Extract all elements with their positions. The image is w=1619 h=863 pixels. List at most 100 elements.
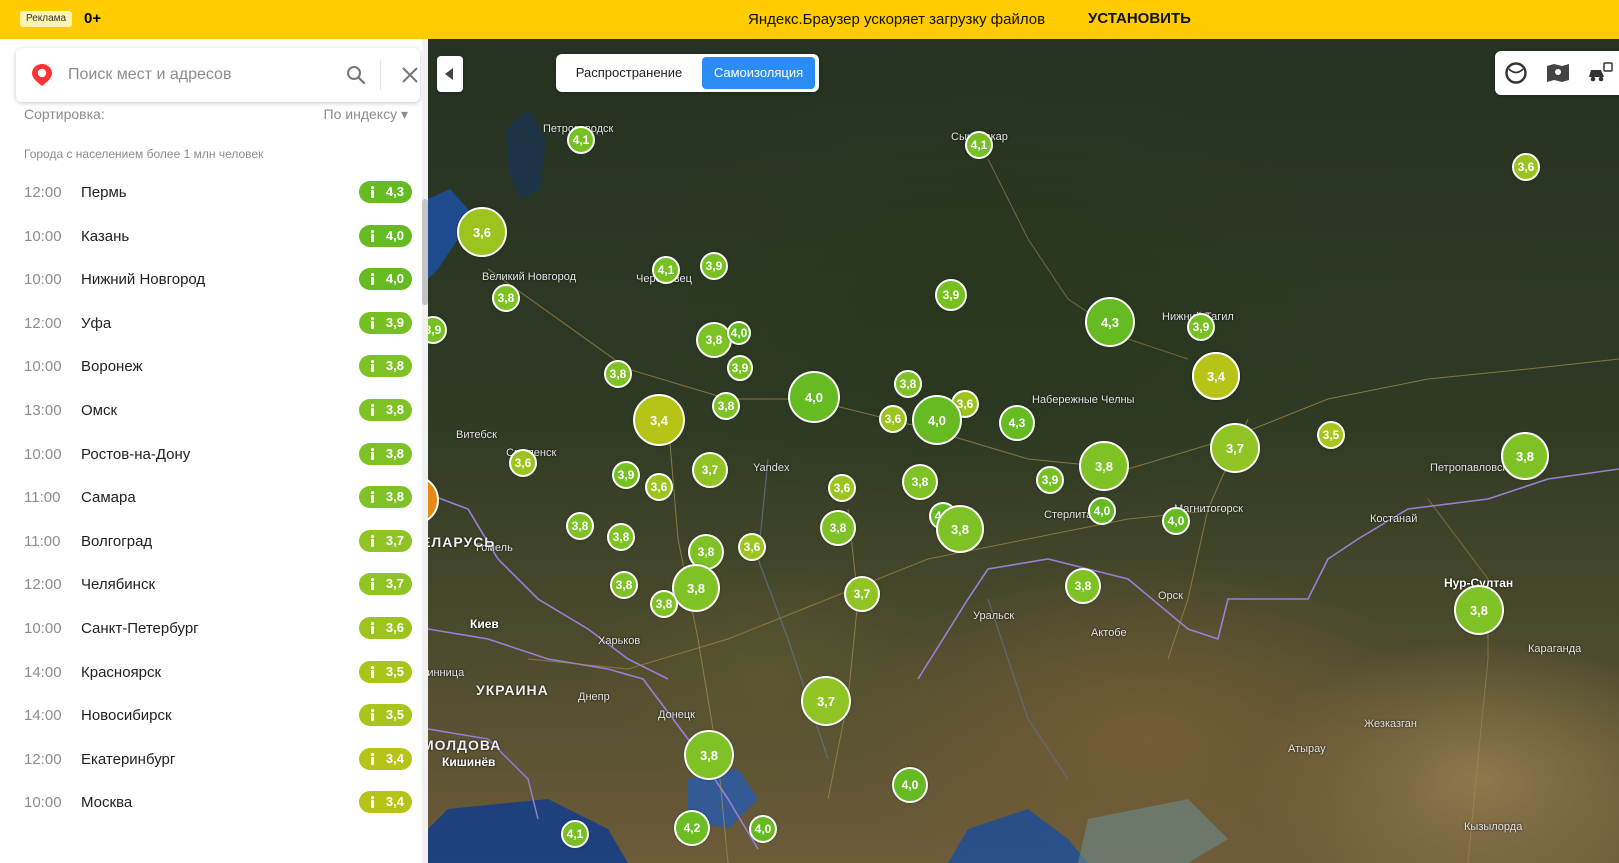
collapse-sidebar-button[interactable] xyxy=(437,56,463,92)
isolation-marker[interactable]: 3,8 xyxy=(936,505,984,553)
isolation-marker[interactable]: 3,4 xyxy=(1192,352,1240,400)
isolation-marker[interactable]: 3,6 xyxy=(738,533,766,561)
isolation-marker[interactable]: 3,9 xyxy=(700,252,728,280)
isolation-marker[interactable]: 3,4 xyxy=(633,394,685,446)
isolation-index-value: 3,4 xyxy=(385,750,404,766)
person-icon xyxy=(370,273,375,286)
city-name: Уфа xyxy=(81,314,112,332)
tab-self-isolation[interactable]: Самоизоляция xyxy=(702,57,815,89)
city-row[interactable]: 10:00 Казань 4,0 xyxy=(0,216,422,260)
isolation-marker[interactable]: 4,1 xyxy=(567,126,595,154)
city-row[interactable]: 14:00 Красноярск 3,5 xyxy=(0,652,422,696)
city-row[interactable]: 14:00 Новосибирск 3,5 xyxy=(0,695,422,739)
isolation-marker[interactable]: 4,1 xyxy=(965,131,993,159)
isolation-marker[interactable]: 3,8 xyxy=(1065,568,1101,604)
isolation-marker[interactable]: 4,0 xyxy=(1088,497,1116,525)
city-time: 11:00 xyxy=(24,532,61,550)
isolation-marker[interactable]: 3,9 xyxy=(935,279,967,311)
isolation-marker[interactable]: 3,6 xyxy=(879,405,907,433)
isolation-marker[interactable]: 3,8 xyxy=(894,370,922,398)
isolation-marker[interactable]: 3,8 xyxy=(820,510,856,546)
city-name: Санкт-Петербург xyxy=(81,619,199,637)
isolation-marker[interactable]: 3,8 xyxy=(607,523,635,551)
city-time: 13:00 xyxy=(24,401,62,419)
isolation-marker[interactable]: 4,0 xyxy=(892,767,928,803)
isolation-marker[interactable]: 3,7 xyxy=(692,452,728,488)
isolation-marker[interactable]: 4,0 xyxy=(1162,507,1190,535)
isolation-marker[interactable]: 3,9 xyxy=(727,355,753,381)
city-row[interactable]: 11:00 Самара 3,8 xyxy=(0,477,422,521)
isolation-marker[interactable]: 4,1 xyxy=(561,820,589,848)
isolation-marker[interactable]: 4,2 xyxy=(674,810,710,846)
map-label: Костанай xyxy=(1370,513,1418,525)
isolation-marker[interactable]: 3,8 xyxy=(492,284,520,312)
isolation-marker[interactable]: 3,8 xyxy=(604,360,632,388)
isolation-marker[interactable]: 3,8 xyxy=(1454,585,1504,635)
city-row[interactable]: 10:00 Ростов-на-Дону 3,8 xyxy=(0,434,422,478)
isolation-marker[interactable]: 3,8 xyxy=(566,512,594,540)
city-row[interactable]: 13:00 Омск 3,8 xyxy=(0,390,422,434)
search-input[interactable] xyxy=(68,60,328,90)
isolation-marker[interactable]: 3,9 xyxy=(1187,313,1215,341)
isolation-marker[interactable]: 4,1 xyxy=(652,256,680,284)
ad-text[interactable]: Яндекс.Браузер ускоряет загрузку файлов xyxy=(748,11,1045,28)
sort-dropdown[interactable]: По индексу ▾ xyxy=(324,106,408,123)
close-icon[interactable] xyxy=(400,65,420,85)
isolation-marker[interactable]: 3,8 xyxy=(650,590,678,618)
city-row[interactable]: 12:00 Пермь 4,3 xyxy=(0,172,422,216)
isolation-marker[interactable]: 4,0 xyxy=(912,395,962,445)
isolation-marker[interactable]: 3,6 xyxy=(457,207,507,257)
isolation-index-badge: 3,8 xyxy=(359,442,412,465)
isolation-marker[interactable]: 3,6 xyxy=(509,449,537,477)
isolation-marker[interactable]: 3,7 xyxy=(801,676,851,726)
city-row[interactable]: 12:00 Екатеринбург 3,4 xyxy=(0,739,422,783)
isolation-marker[interactable]: 3,7 xyxy=(844,576,880,612)
isolation-marker[interactable]: 4,3 xyxy=(999,405,1035,441)
city-name: Пермь xyxy=(81,184,127,201)
map-terrain xyxy=(428,109,1619,863)
isolation-marker[interactable]: 3,8 xyxy=(684,730,734,780)
isolation-marker[interactable]: 3,9 xyxy=(612,461,640,489)
city-row[interactable]: 10:00 Санкт-Петербург 3,6 xyxy=(0,608,422,652)
isolation-index-badge: 3,6 xyxy=(359,616,412,639)
isolation-marker[interactable]: 3,6 xyxy=(645,473,673,501)
isolation-marker[interactable]: 3,6 xyxy=(1512,153,1540,181)
city-row[interactable]: 11:00 Волгоград 3,7 xyxy=(0,521,422,565)
city-row[interactable]: 10:00 Нижний Новгород 4,0 xyxy=(0,259,422,303)
isolation-index-value: 3,7 xyxy=(385,532,404,548)
search-icon[interactable] xyxy=(346,65,366,85)
map-label: Орск xyxy=(1158,590,1183,602)
isolation-marker[interactable]: 3,5 xyxy=(1317,421,1345,449)
isolation-marker[interactable]: 3,8 xyxy=(696,322,732,358)
isolation-marker[interactable]: 4,0 xyxy=(749,815,777,843)
isolation-marker[interactable]: 3,7 xyxy=(1210,423,1260,473)
age-rating: 0+ xyxy=(84,10,102,27)
isolation-marker[interactable]: 3,8 xyxy=(712,392,740,420)
tab-spread[interactable]: Распространение xyxy=(560,57,698,89)
isolation-marker[interactable]: 4,3 xyxy=(1085,297,1135,347)
yandex-maps-logo-icon[interactable] xyxy=(30,63,54,87)
map[interactable]: ПетрозаводскСыктывкарВеликий НовгородЧер… xyxy=(428,39,1619,863)
isolation-marker[interactable]: 3,6 xyxy=(828,474,856,502)
city-row[interactable]: 10:00 Москва 3,4 xyxy=(0,782,422,826)
city-time: 14:00 xyxy=(24,663,62,681)
city-row[interactable]: 10:00 Воронеж 3,8 xyxy=(0,346,422,390)
isolation-marker[interactable]: 4,0 xyxy=(727,321,751,345)
isolation-marker[interactable]: 3,8 xyxy=(1501,432,1549,480)
isolation-marker[interactable]: 3,8 xyxy=(610,571,638,599)
map-label: Витебск xyxy=(456,429,497,441)
isolation-marker[interactable]: 3,8 xyxy=(902,464,938,500)
install-button[interactable]: УСТАНОВИТЬ xyxy=(1088,10,1191,27)
isolation-marker[interactable]: 3,8 xyxy=(1079,441,1129,491)
traffic-icon[interactable] xyxy=(1587,61,1613,85)
isolation-index-badge: 3,7 xyxy=(359,529,412,552)
satellite-layer-icon[interactable] xyxy=(1503,61,1529,85)
person-icon xyxy=(370,752,375,765)
isolation-marker[interactable]: 3,8 xyxy=(672,564,720,612)
map-layers-icon[interactable] xyxy=(1545,61,1571,85)
ad-banner[interactable]: Реклама 0+ Яндекс.Браузер ускоряет загру… xyxy=(0,0,1619,39)
city-row[interactable]: 12:00 Челябинск 3,7 xyxy=(0,564,422,608)
city-row[interactable]: 12:00 Уфа 3,9 xyxy=(0,303,422,347)
isolation-marker[interactable]: 3,9 xyxy=(1036,466,1064,494)
isolation-marker[interactable]: 4,0 xyxy=(788,371,840,423)
